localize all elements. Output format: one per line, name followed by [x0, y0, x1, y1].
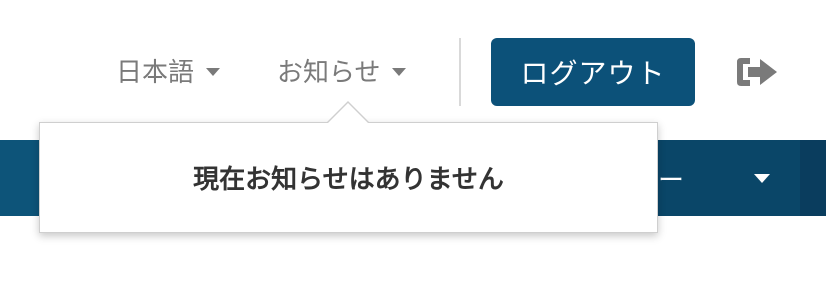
chevron-down-icon: [206, 68, 221, 76]
notifications-dropdown[interactable]: お知らせ: [277, 50, 407, 90]
logout-button[interactable]: ログアウト: [491, 38, 695, 106]
header-divider: [459, 38, 461, 106]
language-label: 日本語: [116, 57, 195, 88]
logout-button-label: ログアウト: [520, 57, 666, 90]
chevron-down-icon: [754, 174, 770, 183]
popover-arrow-fill: [327, 103, 369, 124]
notifications-popover: 現在お知らせはありません: [39, 122, 658, 233]
notifications-label: お知らせ: [277, 57, 381, 88]
sign-out-icon[interactable]: [734, 54, 780, 90]
chevron-down-icon: [392, 68, 407, 76]
language-dropdown[interactable]: 日本語: [116, 50, 221, 90]
menubar-edge: [800, 140, 826, 216]
no-notifications-message: 現在お知らせはありません: [193, 165, 504, 195]
header: 日本語 お知らせ ログアウト: [0, 0, 826, 140]
